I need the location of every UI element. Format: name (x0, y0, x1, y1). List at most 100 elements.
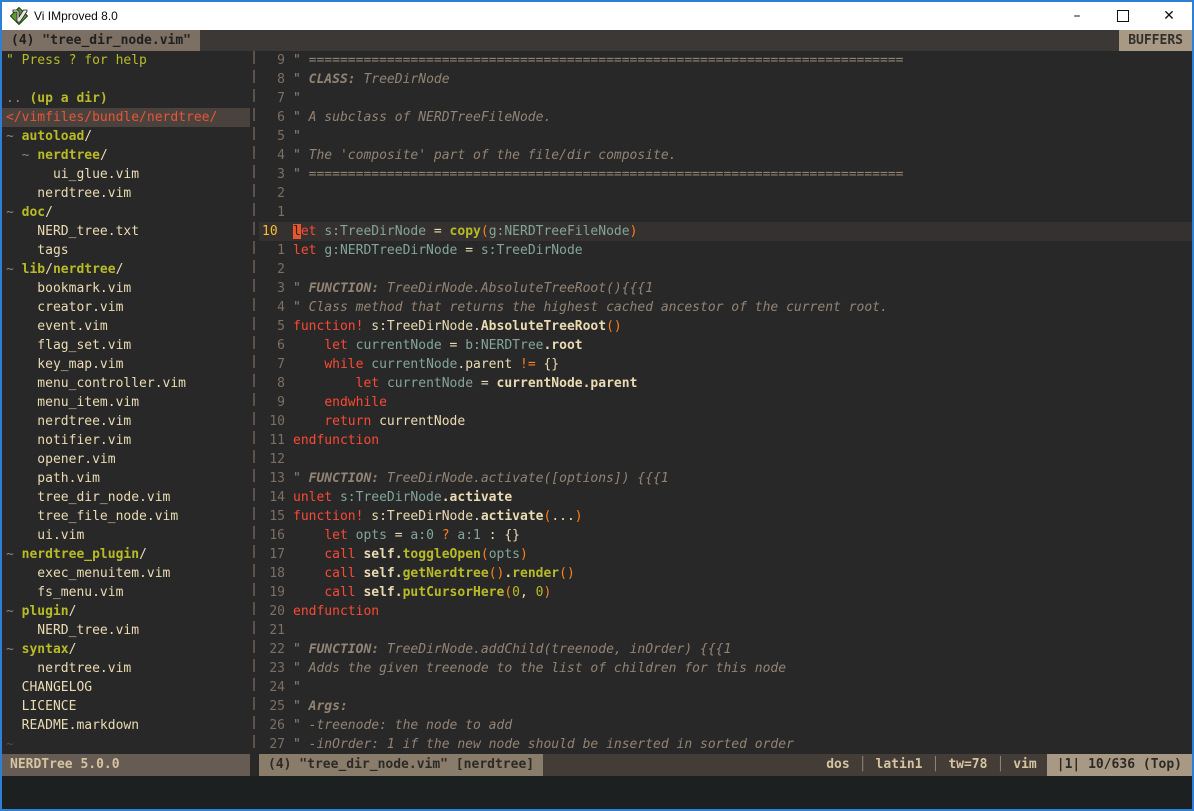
syntax-segment: ui_glue.vim (6, 167, 139, 182)
code-line[interactable]: 5" (259, 127, 1192, 146)
tree-item[interactable]: event.vim (2, 317, 250, 336)
code-line[interactable]: 7 while currentNode.parent != {} (259, 355, 1192, 374)
code-line[interactable]: 13" FUNCTION: TreeDirNode.activate([opti… (259, 469, 1192, 488)
tree-item-text: ~ lib/nerdtree/ (6, 260, 123, 279)
code-line[interactable]: 1 (259, 203, 1192, 222)
code-line[interactable]: 8" CLASS: TreeDirNode (259, 70, 1192, 89)
code-line[interactable]: 15function! s:TreeDirNode.activate(...) (259, 507, 1192, 526)
code-line[interactable]: 4" The 'composite' part of the file/dir … (259, 146, 1192, 165)
code-line[interactable]: 2 (259, 184, 1192, 203)
tree-item[interactable]: fs_menu.vim (2, 583, 250, 602)
syntax-segment (293, 414, 324, 429)
tree-item[interactable] (2, 70, 250, 89)
code-line[interactable]: 4" Class method that returns the highest… (259, 298, 1192, 317)
code-line[interactable]: 9" =====================================… (259, 51, 1192, 70)
tree-item[interactable]: bookmark.vim (2, 279, 250, 298)
minimize-button[interactable]: – (1054, 2, 1100, 30)
tree-item[interactable]: nerdtree.vim (2, 412, 250, 431)
syntax-segment: tree_dir_node.vim (6, 490, 170, 505)
tree-item[interactable]: flag_set.vim (2, 336, 250, 355)
tree-item[interactable]: key_map.vim (2, 355, 250, 374)
line-number: 8 (259, 374, 293, 393)
editor-panel: 9" =====================================… (259, 51, 1192, 754)
syntax-segment: () (559, 566, 575, 581)
code-line[interactable]: 1let g:NERDTreeDirNode = s:TreeDirNode (259, 241, 1192, 260)
tree-item[interactable]: notifier.vim (2, 431, 250, 450)
tree-root-path[interactable]: </vimfiles/bundle/nerdtree/ (2, 108, 250, 127)
tree-item[interactable]: " Press ? for help (2, 51, 250, 70)
tree-item[interactable]: NERD_tree.txt (2, 222, 250, 241)
code-line[interactable]: 11endfunction (259, 431, 1192, 450)
code-line[interactable]: 6 let currentNode = b:NERDTree.root (259, 336, 1192, 355)
tree-item[interactable]: ~ nerdtree/ (2, 146, 250, 165)
tree-item-text: tags (6, 241, 69, 260)
tree-item[interactable]: menu_item.vim (2, 393, 250, 412)
code-line[interactable]: 10let s:TreeDirNode = copy(g:NERDTreeFil… (259, 222, 1192, 241)
tree-item[interactable]: ~ syntax/ (2, 640, 250, 659)
close-button[interactable]: ✕ (1146, 2, 1192, 30)
code-line[interactable]: 24" (259, 678, 1192, 697)
syntax-segment: syntax (22, 642, 69, 657)
tree-item[interactable]: menu_controller.vim (2, 374, 250, 393)
code-line[interactable]: 7" (259, 89, 1192, 108)
code-line[interactable]: 22" FUNCTION: TreeDirNode.addChild(treen… (259, 640, 1192, 659)
tree-item[interactable]: CHANGELOG (2, 678, 250, 697)
code-line[interactable]: 18 call self.getNerdtree().render() (259, 564, 1192, 583)
code-line[interactable]: 26" -treenode: the node to add (259, 716, 1192, 735)
syntax-segment: ~ (6, 262, 22, 277)
tree-item[interactable]: nerdtree.vim (2, 184, 250, 203)
tree-item[interactable]: ~ (2, 735, 250, 754)
tree-item[interactable]: ~ lib/nerdtree/ (2, 260, 250, 279)
tree-item[interactable]: README.markdown (2, 716, 250, 735)
code-line[interactable]: 14unlet s:TreeDirNode.activate (259, 488, 1192, 507)
syntax-segment: getNerdtree (403, 566, 489, 581)
tree-item[interactable]: opener.vim (2, 450, 250, 469)
syntax-segment (379, 376, 387, 391)
tree-item[interactable]: ~ autoload/ (2, 127, 250, 146)
tree-item[interactable]: .. (up a dir) (2, 89, 250, 108)
tree-item[interactable]: exec_menuitem.vim (2, 564, 250, 583)
code-line[interactable]: 9 endwhile (259, 393, 1192, 412)
code-line[interactable]: 3" FUNCTION: TreeDirNode.AbsoluteTreeRoo… (259, 279, 1192, 298)
tab-tree-dir-node[interactable]: (4) "tree_dir_node.vim" (2, 30, 200, 51)
tree-item[interactable]: path.vim (2, 469, 250, 488)
code-line[interactable]: 17 call self.toggleOpen(opts) (259, 545, 1192, 564)
tree-item-text: exec_menuitem.vim (6, 564, 170, 583)
code-line[interactable]: 19 call self.putCursorHere(0, 0) (259, 583, 1192, 602)
syntax-segment: / (139, 547, 147, 562)
code-line[interactable]: 8 let currentNode = currentNode.parent (259, 374, 1192, 393)
code-line[interactable]: 12 (259, 450, 1192, 469)
tree-item[interactable]: ~ doc/ (2, 203, 250, 222)
code-line[interactable]: 23" Adds the given treenode to the list … (259, 659, 1192, 678)
tree-item[interactable]: ui_glue.vim (2, 165, 250, 184)
code-line[interactable]: 6" A subclass of NERDTreeFileNode. (259, 108, 1192, 127)
tree-item[interactable]: tree_file_node.vim (2, 507, 250, 526)
tree-item[interactable]: nerdtree.vim (2, 659, 250, 678)
code-line[interactable]: 3" =====================================… (259, 165, 1192, 184)
tree-item[interactable]: NERD_tree.vim (2, 621, 250, 640)
code-line[interactable]: 25" Args: (259, 697, 1192, 716)
maximize-button[interactable] (1100, 2, 1146, 30)
code-line[interactable]: 21 (259, 621, 1192, 640)
syntax-segment: / (100, 148, 108, 163)
syntax-segment: s:TreeDirNode (324, 224, 426, 239)
tree-item[interactable]: ~ nerdtree_plugin/ (2, 545, 250, 564)
code-line[interactable]: 20endfunction (259, 602, 1192, 621)
tree-item[interactable]: tree_dir_node.vim (2, 488, 250, 507)
tree-item[interactable]: creator.vim (2, 298, 250, 317)
code-line[interactable]: 16 let opts = a:0 ? a:1 : {} (259, 526, 1192, 545)
code-line[interactable]: 5function! s:TreeDirNode.AbsoluteTreeRoo… (259, 317, 1192, 336)
window-separator[interactable] (250, 51, 259, 754)
tree-item[interactable]: ~ plugin/ (2, 602, 250, 621)
code-line[interactable]: 10 return currentNode (259, 412, 1192, 431)
tree-item[interactable]: tags (2, 241, 250, 260)
tree-item[interactable]: ui.vim (2, 526, 250, 545)
code-line[interactable]: 27" -inOrder: 1 if the new node should b… (259, 735, 1192, 754)
syntax-segment: self. (363, 566, 402, 581)
syntax-segment: : {} (481, 528, 520, 543)
tree-item[interactable]: LICENCE (2, 697, 250, 716)
code-line[interactable]: 2 (259, 260, 1192, 279)
statusline: NERDTree 5.0.0 (4) "tree_dir_node.vim" [… (2, 754, 1192, 776)
command-line[interactable] (2, 776, 1192, 809)
syntax-segment: self. (363, 585, 402, 600)
